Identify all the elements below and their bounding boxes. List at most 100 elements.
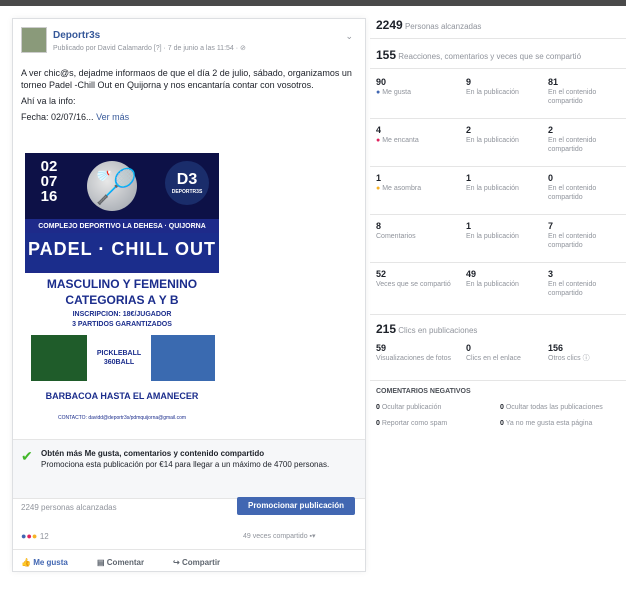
reach-stat: 2249 Personas alcanzadas [376,18,481,32]
divider [370,38,626,39]
divider [370,214,626,215]
wows-total-value: 1 [376,173,382,183]
comments-in-post: 1 En la publicación [466,222,546,241]
engagement-stat: 155 Reacciones, comentarios y veces que … [376,48,581,62]
poster-line-1: MASCULINO Y FEMENINO [46,277,198,291]
in-post-label: En la publicación [466,233,519,240]
reach-label: Personas alcanzadas [404,22,482,31]
hide-all-stat: 0 Ocultar todas las publicaciones [500,404,603,411]
post-date-line: Fecha: 02/07/16... Ver más [21,111,355,123]
in-post-label: En la publicación [466,281,519,288]
comments-total: 8 Comentarios [376,222,456,241]
shares-in-shared: 3 En el contenido compartido [548,270,626,298]
divider [370,118,626,119]
shares-total-value: 52 [376,269,387,279]
likes-in-post-value: 9 [466,77,472,87]
engagement-value: 155 [376,48,397,62]
spam-value: 0 [376,420,380,427]
see-more-link[interactable]: Ver más [96,112,129,122]
player-silhouette-icon: 🏸 [95,168,138,206]
shares-label: Veces que se compartió [376,281,451,288]
like-button[interactable]: 👍 Me gusta [21,558,68,567]
divider [370,314,626,315]
wows-in-post-value: 1 [466,173,472,183]
event-poster-image[interactable]: 02 07 16 🏸 D3 DEPORTR3S COMPLEJO DEPORTIV… [25,153,219,429]
wows-in-post: 1 En la publicación [466,174,546,193]
wows-label: Me asombra [382,185,422,192]
chevron-down-icon[interactable]: ⌄ [345,31,353,42]
promo-headline: Obtén más Me gusta, comentarios y conten… [41,449,265,458]
unlike-value: 0 [500,420,504,427]
logo-subtext: DEPORTR3S [171,189,203,195]
poster-line-3: INSCRIPCION: 18€/JUGADOR [72,311,172,318]
in-post-label: En la publicación [466,185,519,192]
likes-in-post: 9 En la publicación [466,78,546,97]
reach-text: 2249 personas alcanzadas [21,503,117,512]
loves-total: 4 ● Me encanta [376,126,456,145]
comments-in-shared: 7 En el contenido compartido [548,222,626,250]
hide-post-value: 0 [376,404,380,411]
poster-photo-2 [151,335,215,381]
loves-total-value: 4 [376,125,382,135]
in-shared-label: En el contenido compartido [548,137,597,153]
comments-label: Comentarios [376,233,416,240]
check-icon: ✔ [21,448,33,464]
engagement-label: Reacciones, comentarios y veces que se c… [398,52,582,61]
shares-in-shared-value: 3 [548,269,554,279]
post-card: Deportr3s Publicado por David Calamardo … [12,18,366,572]
loves-in-post-value: 2 [466,125,472,135]
poster-line-2: CATEGORIAS A Y B [65,293,179,307]
reaction-count: 12 [39,532,49,541]
comments-in-shared-value: 7 [548,221,554,231]
other-clicks-label: Otros clics ⓘ [548,355,590,362]
page-avatar[interactable] [21,27,47,53]
photo-views: 59 Visualizaciones de fotos [376,344,456,363]
likes-in-shared: 81 En el contenido compartido [548,78,626,106]
likes-in-shared-value: 81 [548,77,559,87]
post-meta: Publicado por David Calamardo [?] · 7 de… [53,45,246,52]
photo-views-label: Visualizaciones de fotos [376,355,451,362]
negative-feedback-title: COMENTARIOS NEGATIVOS [376,388,471,395]
love-icon: ● [376,137,381,144]
page-name-link[interactable]: Deportr3s [53,30,100,41]
share-label: Compartir [181,558,221,567]
post-paragraph-1: A ver chic@s, dejadme informaos de que e… [21,68,352,90]
comments-in-post-value: 1 [466,221,472,231]
in-shared-label: En el contenido compartido [548,233,597,249]
promote-post-button[interactable]: Promocionar publicación [237,497,355,515]
unlike-stat: 0 Ya no me gusta esta página [500,420,592,427]
clicks-label: Clics en publicaciones [398,326,478,335]
poster-title: PADEL · CHILL OUT [28,239,216,259]
poster-contact: CONTACTO: davidd@deportr3s/pdmquijorna@g… [57,415,187,421]
loves-in-shared-value: 2 [548,125,554,135]
comment-button[interactable]: ▤ Comentar [97,558,144,567]
top-bar [0,0,626,6]
likes-total: 90 ● Me gusta [376,78,456,97]
link-clicks-label: Clics en el enlace [466,355,521,362]
wows-total: 1 ● Me asombra [376,174,456,193]
in-shared-label: En el contenido compartido [548,89,597,105]
reaction-summary[interactable]: ●●● 12 [21,531,49,541]
poster-sports: PICKLEBALL 360BALL [96,350,142,366]
poster-date: 02 07 16 [40,158,58,205]
date-text: Fecha: 02/07/16... [21,112,94,122]
other-clicks[interactable]: 156 Otros clics ⓘ [548,344,626,363]
hide-all-value: 0 [500,404,504,411]
loves-label: Me encanta [382,137,419,144]
spam-stat: 0 Reportar como spam [376,420,447,427]
promo-body: Promociona esta publicación por €14 para… [41,460,330,469]
in-post-label: En la publicación [466,89,519,96]
divider [370,380,626,381]
shares-count[interactable]: 49 veces compartido ▪▾ [243,532,316,540]
wow-icon: ● [376,185,381,192]
like-icon: ● [376,89,381,96]
poster-venue: COMPLEJO DEPORTIVO LA DEHESA · QUIJORNA [38,223,206,230]
avatar-dropdown-icon[interactable]: ▪▾ [310,533,316,540]
share-button[interactable]: ↪ Compartir [173,558,220,567]
reach-value: 2249 [376,18,403,32]
photo-views-value: 59 [376,343,387,353]
clicks-value: 215 [376,322,397,336]
shares-total: 52 Veces que se compartió [376,270,456,289]
poster-line-5: BARBACOA HASTA EL AMANECER [45,391,199,401]
loves-in-post: 2 En la publicación [466,126,546,145]
